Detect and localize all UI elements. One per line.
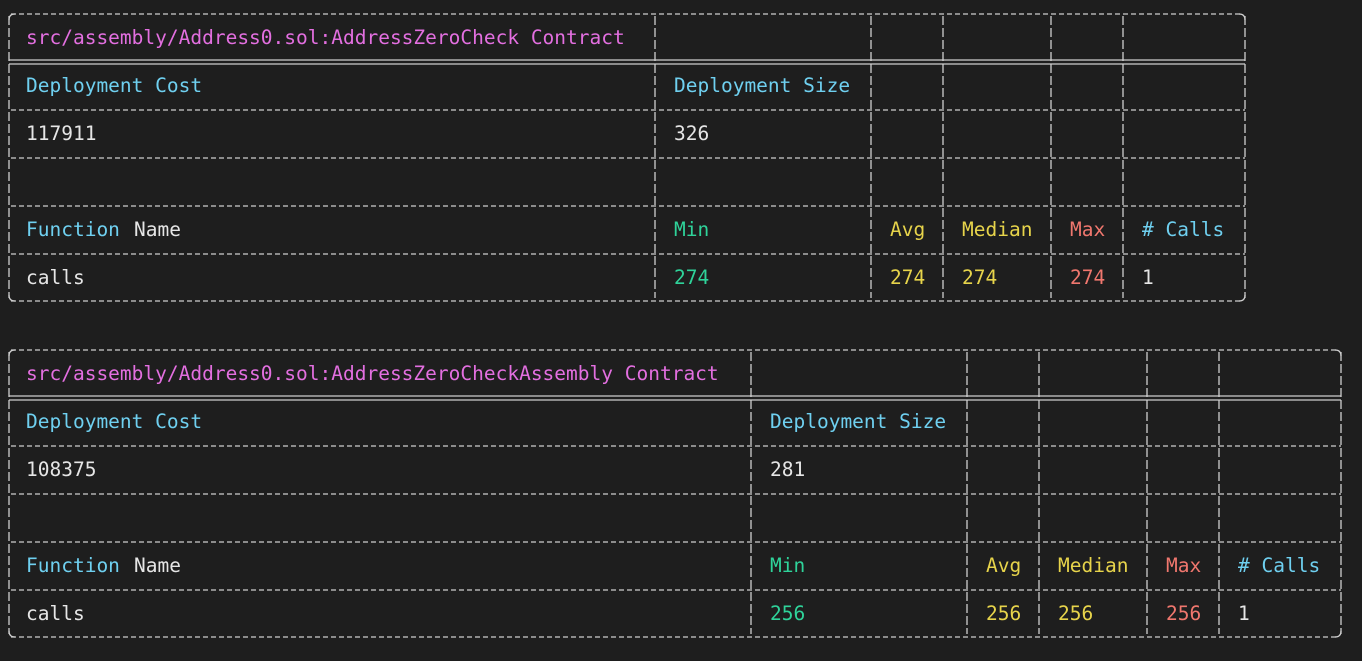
deployment-size-label: Deployment Size <box>674 74 851 97</box>
max-header: Max <box>1166 554 1202 577</box>
function-header: Function <box>26 554 120 577</box>
deployment-size-label: Deployment Size <box>770 410 947 433</box>
min-header: Min <box>674 218 710 241</box>
deployment-size-value: 281 <box>770 458 806 481</box>
max-header: Max <box>1070 218 1106 241</box>
max-cell: 256 <box>1166 602 1202 625</box>
avg-cell: 256 <box>986 602 1022 625</box>
function-header: Function <box>26 218 120 241</box>
contract-title: src/assembly/Address0.sol:AddressZeroChe… <box>26 362 719 385</box>
deployment-cost-label: Deployment Cost <box>26 74 203 97</box>
gas-report-table-1: src/assembly/Address0.sol:AddressZeroChe… <box>5 0 1250 310</box>
deployment-cost-value: 117911 <box>26 122 97 145</box>
avg-header: Avg <box>890 218 926 241</box>
name-header: Name <box>134 218 181 241</box>
min-cell: 274 <box>674 266 710 289</box>
deployment-cost-label: Deployment Cost <box>26 410 203 433</box>
name-header: Name <box>134 554 181 577</box>
min-cell: 256 <box>770 602 806 625</box>
median-header: Median <box>1058 554 1129 577</box>
function-name-cell: calls <box>26 602 85 625</box>
median-cell: 256 <box>1058 602 1094 625</box>
avg-cell: 274 <box>890 266 926 289</box>
median-cell: 274 <box>962 266 998 289</box>
calls-header: # Calls <box>1238 554 1321 577</box>
calls-cell: 1 <box>1238 602 1250 625</box>
max-cell: 274 <box>1070 266 1106 289</box>
contract-title: src/assembly/Address0.sol:AddressZeroChe… <box>26 26 625 49</box>
deployment-cost-value: 108375 <box>26 458 97 481</box>
calls-header: # Calls <box>1142 218 1225 241</box>
gas-report-table-2: src/assembly/Address0.sol:AddressZeroChe… <box>5 336 1350 646</box>
avg-header: Avg <box>986 554 1022 577</box>
min-header: Min <box>770 554 806 577</box>
function-name-cell: calls <box>26 266 85 289</box>
median-header: Median <box>962 218 1033 241</box>
calls-cell: 1 <box>1142 266 1154 289</box>
deployment-size-value: 326 <box>674 122 710 145</box>
